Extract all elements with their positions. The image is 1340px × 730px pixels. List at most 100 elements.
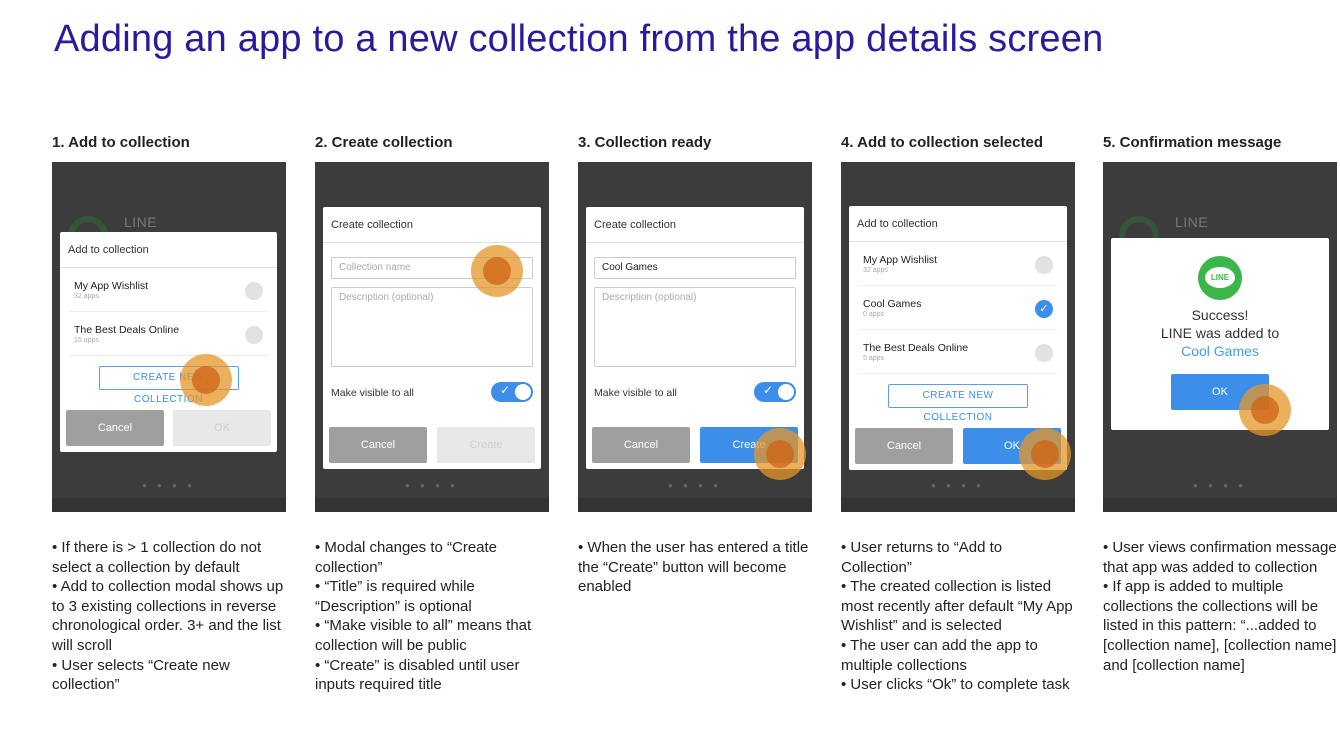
visibility-row: Make visible to all ✓ [331,382,533,402]
add-to-collection-modal: Add to collection My App Wishlist 32 app… [60,232,277,452]
phone-screen: ● ● ● ● Create collection Cool Games Des… [578,162,812,512]
collection-count: 0 apps [863,311,885,318]
line-logo-text: LINE [1205,267,1235,288]
collection-count: 15 apps [74,337,99,344]
visibility-label: Make visible to all [594,387,677,399]
phone-screen: ● ● ● ● Create collection Collection nam… [315,162,549,512]
step-1: 1. Add to collection LINE ● ● ● ● Add to… [52,134,288,693]
step-title: 1. Add to collection [52,134,190,151]
note: • “Make visible to all” means that colle… [315,617,532,654]
success-title: Success! [1191,307,1249,323]
cancel-button[interactable]: Cancel [329,427,427,463]
pager-dots: ● ● ● ● [405,481,459,490]
step-2: 2. Create collection ● ● ● ● Create coll… [315,134,551,693]
bottom-bar [52,498,286,512]
collection-name: The Best Deals Online [74,324,180,336]
collection-link[interactable]: Cool Games [1111,342,1329,360]
step-title: 2. Create collection [315,134,453,151]
step-title: 4. Add to collection selected [841,134,1043,151]
modal-title: Create collection [586,207,804,243]
create-collection-modal: Create collection Collection name Descri… [323,207,541,469]
phone-screen: LINE ● ● ● ● LINE Success! LINE was adde… [1103,162,1337,512]
toggle-knob [515,384,531,400]
radio-checked-icon[interactable]: ✓ [1035,300,1053,318]
success-message: Success! LINE was added to Cool Games [1111,306,1329,360]
step-5: 5. Confirmation message LINE ● ● ● ● LIN… [1103,134,1339,674]
cancel-button[interactable]: Cancel [66,410,164,446]
create-new-collection-button[interactable]: CREATE NEW COLLECTION [888,384,1028,423]
note: • The user can add the app to multiple c… [841,636,1038,674]
touch-indicator [1019,428,1071,480]
app-name: LINE [124,214,158,230]
description-input[interactable]: Description (optional) [594,287,796,367]
create-button[interactable]: Create [437,427,535,463]
modal-title: Add to collection [849,206,1067,242]
note: • User selects “Create new collection” [52,656,230,694]
bottom-bar [841,498,1075,512]
pager-dots: ● ● ● ● [668,481,722,490]
collection-count: 32 apps [863,267,888,274]
collection-name: Cool Games [863,298,922,310]
collection-name-input[interactable]: Cool Games [594,257,796,279]
note: • User returns to “Add to Collection” [841,539,1003,576]
radio-button[interactable] [1035,344,1053,362]
pager-dots: ● ● ● ● [931,481,985,490]
pager-dots: ● ● ● ● [142,481,196,490]
step-notes: • Modal changes to “Create collection” •… [315,538,551,695]
collection-name: My App Wishlist [863,254,938,266]
collection-row[interactable]: My App Wishlist 32 apps [70,268,267,312]
radio-button[interactable] [245,326,263,344]
confirmation-modal: LINE Success! LINE was added to Cool Gam… [1111,238,1329,430]
collection-row[interactable]: The Best Deals Online 5 apps [859,330,1057,374]
step-notes: • When the user has entered a title the … [578,538,814,597]
bottom-bar [578,498,812,512]
cancel-button[interactable]: Cancel [855,428,953,464]
modal-buttons: Cancel OK [66,410,271,446]
collection-row[interactable]: My App Wishlist 32 apps [859,242,1057,286]
note: • Modal changes to “Create collection” [315,539,498,576]
note: • User clicks “Ok” to complete task [841,676,1070,694]
collection-row[interactable]: The Best Deals Online 15 apps [70,312,267,356]
note: • User views confirmation message that a… [1103,539,1337,576]
touch-indicator [180,354,232,406]
touch-indicator [471,245,523,297]
collection-name: My App Wishlist [74,280,149,292]
check-icon: ✓ [763,383,774,397]
radio-button[interactable] [1035,256,1053,274]
cancel-button[interactable]: Cancel [592,427,690,463]
collection-name: The Best Deals Online [863,342,969,354]
note: • “Title” is required while “Description… [315,578,475,615]
visibility-row: Make visible to all ✓ [594,382,796,402]
touch-indicator [1239,384,1291,436]
page-title: Adding an app to a new collection from t… [54,18,1104,60]
note: • When the user has entered a title the … [578,539,809,596]
collection-row[interactable]: Cool Games 0 apps ✓ [859,286,1057,330]
visibility-toggle[interactable]: ✓ [491,382,533,402]
phone-screen: ● ● ● ● Add to collection My App Wishlis… [841,162,1075,512]
radio-button[interactable] [245,282,263,300]
modal-buttons: Cancel Create [329,427,535,463]
ok-button[interactable]: OK [173,410,271,446]
step-title: 3. Collection ready [578,134,712,151]
visibility-toggle[interactable]: ✓ [754,382,796,402]
step-notes: • User views confirmation message that a… [1103,538,1339,675]
step-title: 5. Confirmation message [1103,134,1282,151]
step-3: 3. Collection ready ● ● ● ● Create colle… [578,134,814,595]
bottom-bar [315,498,549,512]
check-icon: ✓ [500,383,511,397]
collection-count: 5 apps [863,355,885,362]
description-input[interactable]: Description (optional) [331,287,533,367]
app-name: LINE [1175,214,1209,230]
bottom-bar [1103,498,1337,512]
collection-count: 32 apps [74,293,99,300]
note: • The created collection is listed most … [841,578,1073,635]
step-4: 4. Add to collection selected ● ● ● ● Ad… [841,134,1077,693]
note: • If app is added to multiple collection… [1103,578,1337,674]
step-notes: • User returns to “Add to Collection” • … [841,538,1077,695]
modal-title: Add to collection [60,232,277,268]
visibility-label: Make visible to all [331,387,414,399]
note: • “Create” is disabled until user inputs… [315,656,520,694]
pager-dots: ● ● ● ● [1193,481,1247,490]
note: • If there is > 1 collection do not sele… [52,539,262,576]
note: • Add to collection modal shows up to 3 … [52,578,284,654]
